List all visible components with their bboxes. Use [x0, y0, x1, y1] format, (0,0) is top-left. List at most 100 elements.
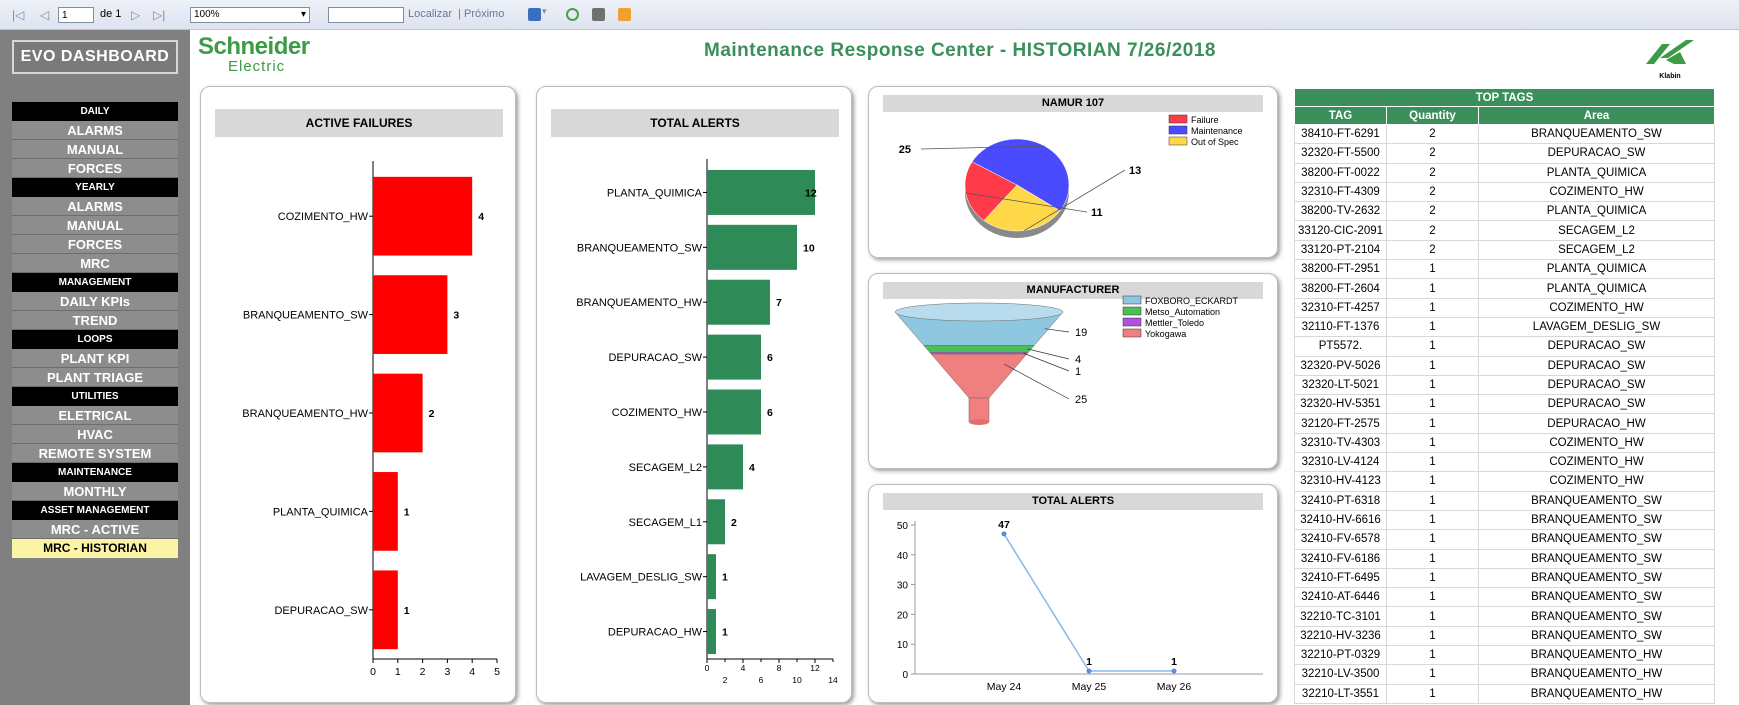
sidebar-item-forces[interactable]: FORCES — [12, 159, 178, 178]
table-row: 32210-PT-0329 1 BRANQUEAMENTO_HW — [1294, 645, 1716, 666]
tag-cell: 32120-FT-2575 — [1294, 413, 1387, 434]
area-cell: DEPURACAO_SW — [1477, 336, 1716, 357]
area-cell: SECAGEM_L2 — [1477, 220, 1716, 241]
data-feed-icon[interactable] — [618, 8, 631, 21]
quantity-cell: 1 — [1386, 413, 1479, 434]
sidebar-section-daily: DAILY — [12, 102, 178, 121]
area-cell: BRANQUEAMENTO_SW — [1477, 529, 1716, 550]
find-link[interactable]: Localizar — [408, 8, 452, 20]
sidebar-item-plant-kpi[interactable]: PLANT KPI — [12, 349, 178, 368]
segment-value-label: 25 — [1075, 394, 1087, 406]
print-icon[interactable] — [592, 8, 605, 21]
x-tick-label: May 26 — [1157, 681, 1192, 693]
data-label: 1 — [404, 506, 410, 518]
total-alerts-line-chart: 0 10 20 30 40 50 47 May 24 1 May 25 1 May 26 — [897, 519, 1263, 693]
sidebar-item-hvac[interactable]: HVAC — [12, 425, 178, 444]
area-cell: BRANQUEAMENTO_SW — [1477, 567, 1716, 589]
sidebar-item-trend[interactable]: TREND — [12, 311, 178, 330]
x-tick-label: 8 — [777, 663, 782, 673]
sidebar-item-manual[interactable]: MANUAL — [12, 140, 178, 159]
zoom-select[interactable]: 100% ▾ — [190, 7, 310, 23]
sidebar-item-manual[interactable]: MANUAL — [12, 216, 178, 235]
sidebar-section-yearly: YEARLY — [12, 178, 178, 197]
first-page-icon[interactable]: |◁ — [12, 8, 24, 22]
quantity-cell: 1 — [1386, 625, 1479, 647]
category-label: DEPURACAO_SW — [608, 352, 702, 364]
data-point — [1086, 668, 1092, 674]
sidebar-item-alarms[interactable]: ALARMS — [12, 197, 178, 216]
find-input[interactable] — [328, 7, 404, 23]
brand-name: Schneider — [198, 33, 310, 60]
segment-value-label: 4 — [1075, 354, 1081, 366]
data-label: 4 — [478, 211, 484, 223]
category-label: SECAGEM_L2 — [629, 462, 702, 474]
bar — [707, 334, 761, 380]
x-tick-label: 1 — [395, 666, 401, 678]
sidebar-item-forces[interactable]: FORCES — [12, 235, 178, 254]
table-row: 32210-LT-3551 1 BRANQUEAMENTO_HW — [1294, 683, 1716, 704]
quantity-cell: 1 — [1386, 355, 1479, 376]
prev-page-icon[interactable]: ◁ — [40, 8, 49, 22]
active-failures-chart: COZIMENTO_HW 4 BRANQUEAMENTO_SW 3 BRANQUEAME… — [242, 161, 500, 678]
quantity-cell: 1 — [1386, 259, 1479, 280]
tag-cell: 38410-FT-6291 — [1294, 123, 1387, 145]
area-cell: COZIMENTO_HW — [1477, 297, 1716, 318]
sidebar-item-alarms[interactable]: ALARMS — [12, 121, 178, 140]
x-tick-label: 2 — [420, 666, 426, 678]
last-page-icon[interactable]: ▷| — [153, 8, 165, 22]
sidebar-item-mrc[interactable]: MRC — [12, 254, 178, 273]
page-number-input[interactable] — [58, 7, 94, 23]
sidebar-item-mrc-historian[interactable]: MRC - HISTORIAN — [12, 539, 178, 558]
top-tags-title: TOP TAGS — [1293, 88, 1716, 107]
schneider-electric-logo: Schneider Electric — [198, 35, 338, 75]
tag-cell: 32310-FT-4257 — [1294, 297, 1387, 318]
leader-line — [1023, 352, 1070, 372]
export-dropdown-icon[interactable]: ▾ — [542, 6, 547, 17]
x-tick-label: 3 — [444, 666, 450, 678]
sidebar-item-daily-kpis[interactable]: DAILY KPIs — [12, 292, 178, 311]
tag-cell: 32410-FV-6578 — [1294, 529, 1387, 550]
area-cell: COZIMENTO_HW — [1477, 452, 1716, 473]
sidebar-item-plant-triage[interactable]: PLANT TRIAGE — [12, 368, 178, 387]
data-label: 7 — [776, 297, 782, 309]
refresh-icon[interactable] — [566, 8, 579, 21]
find-next-link[interactable]: Próximo — [464, 8, 504, 20]
area-cell: BRANQUEAMENTO_HW — [1477, 683, 1716, 704]
data-point — [1001, 531, 1007, 537]
area-cell: DEPURACAO_SW — [1477, 394, 1716, 415]
table-row: 32410-FV-6578 1 BRANQUEAMENTO_SW — [1294, 529, 1716, 550]
tag-cell: 32410-FT-6495 — [1294, 567, 1387, 589]
next-page-icon[interactable]: ▷ — [131, 8, 140, 22]
area-cell: COZIMENTO_HW — [1477, 471, 1716, 492]
evo-dashboard-button[interactable]: EVO DASHBOARD — [12, 40, 178, 74]
quantity-cell: 1 — [1386, 297, 1479, 318]
sidebar-item-eletrical[interactable]: ELETRICAL — [12, 406, 178, 425]
legend-label: Failure — [1191, 115, 1219, 125]
sidebar-item-mrc-active[interactable]: MRC - ACTIVE — [12, 520, 178, 539]
quantity-cell: 2 — [1386, 239, 1479, 261]
x-tick-label: 14 — [828, 675, 838, 685]
x-tick-label: May 25 — [1072, 681, 1107, 693]
sidebar-item-monthly[interactable]: MONTHLY — [12, 482, 178, 501]
table-row: 32310-FT-4309 2 COZIMENTO_HW — [1294, 181, 1716, 203]
zoom-value: 100% — [194, 9, 220, 20]
area-cell: PLANTA_QUIMICA — [1477, 278, 1716, 299]
area-cell: BRANQUEAMENTO_HW — [1477, 645, 1716, 666]
sidebar-item-remote-system[interactable]: REMOTE SYSTEM — [12, 444, 178, 463]
quantity-cell: 1 — [1386, 529, 1479, 550]
y-tick-label: 40 — [897, 551, 909, 562]
area-cell: BRANQUEAMENTO_SW — [1477, 490, 1716, 511]
x-tick-label: 10 — [792, 675, 802, 685]
export-icon[interactable] — [528, 8, 541, 21]
tag-cell: 32310-HV-4123 — [1294, 471, 1387, 492]
category-label: COZIMENTO_HW — [612, 407, 703, 419]
legend-swatch — [1168, 136, 1188, 146]
sidebar-section-utilities: UTILITIES — [12, 387, 178, 406]
bar — [707, 224, 797, 270]
y-tick-label: 0 — [902, 670, 908, 681]
area-cell: BRANQUEAMENTO_SW — [1477, 548, 1716, 569]
legend-swatch — [1122, 317, 1142, 327]
tag-cell: 32320-PV-5026 — [1294, 355, 1387, 376]
data-label: 4 — [749, 462, 755, 474]
y-tick-label: 10 — [897, 640, 909, 651]
